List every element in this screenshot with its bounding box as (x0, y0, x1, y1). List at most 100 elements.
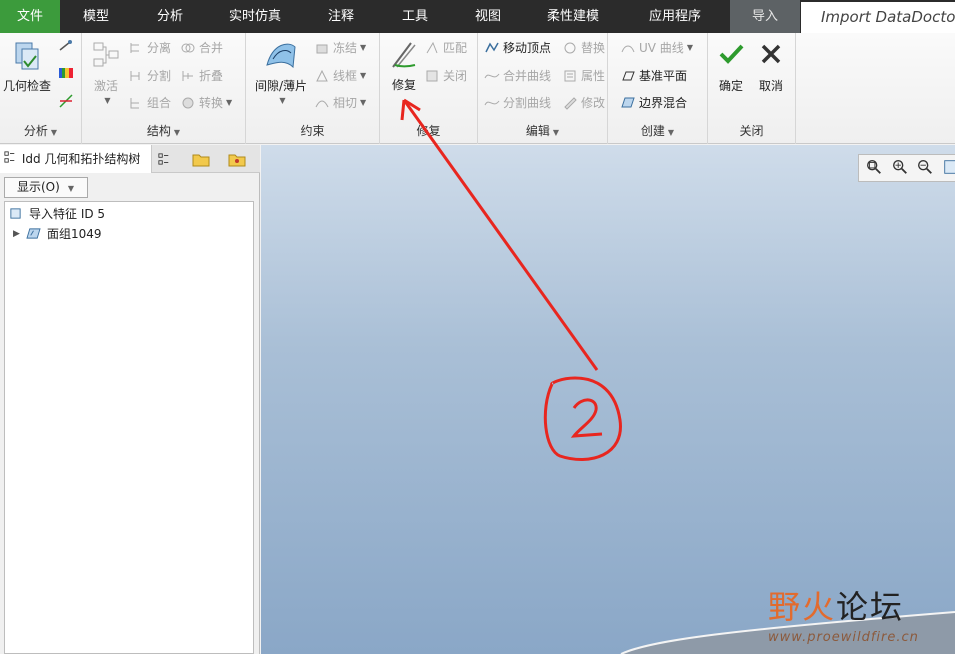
group-analysis-label[interactable]: 分析 ▼ (0, 122, 81, 139)
group-analysis: 几何检查 分析 ▼ (0, 33, 82, 144)
gap-sliver-label: 间隙/薄片 (254, 79, 308, 93)
properties-button[interactable]: 属性 (562, 67, 605, 84)
tree-item-import-feature[interactable]: 导入特征 ID 5 (9, 205, 105, 223)
cancel-button[interactable]: 取消 (752, 39, 790, 94)
tree-item-quilt[interactable]: ▶ 面组1049 (9, 225, 102, 243)
ok-button[interactable]: 确定 (712, 39, 750, 94)
replace-button[interactable]: 替换 (562, 39, 605, 56)
tab-flexible-modeling[interactable]: 柔性建模 (526, 0, 620, 33)
activate-button[interactable]: 激活 ▼ (86, 39, 126, 105)
geometry-check-label: 几何检查 (2, 79, 51, 93)
draft-icon[interactable] (58, 93, 74, 109)
menu-bar: 文件 模型 分析 实时仿真 注释 工具 视图 柔性建模 应用程序 导入 Impo… (0, 0, 955, 33)
group-structure: 激活 ▼ 分离 分割 组合 合并 折叠 转换 ▼ 结构 ▼ (82, 33, 246, 144)
model-tree: 导入特征 ID 5 ▶ 面组1049 (4, 201, 254, 654)
datum-plane-button[interactable]: 基准平面 (620, 67, 687, 84)
group-constraint: 间隙/薄片 ▼ 冻结 ▼ 线框 ▼ 相切 ▼ 约束 (246, 33, 380, 144)
group-repair-label: 修复 (416, 124, 441, 138)
merge-button[interactable]: 合并 (180, 39, 223, 56)
folder-icon (192, 154, 210, 170)
fold-button[interactable]: 折叠 (180, 67, 223, 84)
group-create-label[interactable]: 创建 ▼ (608, 122, 707, 139)
freeze-button[interactable]: 冻结 ▼ (314, 39, 366, 56)
group-repair: 修复 匹配 关闭 修复 (380, 33, 478, 144)
uv-curve-icon (620, 40, 636, 56)
group-structure-label[interactable]: 结构 ▼ (82, 122, 245, 139)
convert-button[interactable]: 转换 ▼ (180, 94, 232, 111)
fold-icon (180, 68, 196, 84)
tangent-button[interactable]: 相切 ▼ (314, 94, 366, 111)
repair-label: 修复 (391, 78, 416, 92)
gap-sliver-button[interactable]: 间隙/薄片 ▼ (250, 37, 312, 105)
close-repair-button[interactable]: 关闭 (424, 67, 467, 84)
panel-tabs: Idd 几何和拓扑结构树 (0, 145, 260, 173)
tab-analysis[interactable]: 分析 (132, 0, 208, 33)
tab-view[interactable]: 视图 (450, 0, 526, 33)
measure-icon[interactable] (58, 38, 74, 54)
tab-applications[interactable]: 应用程序 (620, 0, 730, 33)
cancel-label: 取消 (758, 79, 783, 93)
watermark-title: 野火论坛 (768, 588, 905, 626)
group-create: UV 曲线 ▼ 基准平面 边界混合 创建 ▼ (608, 33, 708, 144)
tab-tree-alt[interactable] (158, 145, 178, 173)
tab-import[interactable]: 导入 (730, 0, 800, 33)
tab-favorites[interactable] (228, 145, 250, 173)
display-dropdown[interactable]: 显示(O) ▼ (4, 177, 88, 198)
boundary-blend-button[interactable]: 边界混合 (620, 94, 687, 111)
tab-realtime-sim[interactable]: 实时仿真 (208, 0, 302, 33)
convert-icon (180, 95, 196, 111)
star-folder-icon (228, 154, 246, 170)
group-close-label: 关闭 (739, 124, 764, 138)
zoom-in-icon[interactable] (891, 158, 911, 178)
move-vertex-icon (484, 40, 500, 56)
group-edit-label[interactable]: 编辑 ▼ (478, 122, 607, 139)
modify-button[interactable]: 修改 (562, 94, 605, 111)
repair-icon (387, 37, 421, 71)
tab-annotation[interactable]: 注释 (302, 0, 380, 33)
wireframe-button[interactable]: 线框 ▼ (314, 67, 366, 84)
split-curve-button[interactable]: 分割曲线 (484, 94, 551, 111)
group-edit: 移动顶点 合并曲线 分割曲线 替换 属性 修改 编辑 ▼ (478, 33, 608, 144)
expand-arrow-icon[interactable]: ▶ (13, 225, 25, 243)
forum-watermark: 野火论坛 www.proewildfire.cn (768, 574, 953, 652)
cube-icon (9, 207, 25, 221)
quilt-icon (25, 227, 43, 241)
tab-tools[interactable]: 工具 (380, 0, 450, 33)
replace-icon (562, 40, 578, 56)
repair-button[interactable]: 修复 (384, 37, 424, 93)
geometry-check-button[interactable]: 几何检查 (0, 39, 54, 94)
merge-curve-button[interactable]: 合并曲线 (484, 67, 551, 84)
group-close: 确定 取消 关闭 (708, 33, 796, 144)
tree-alt-icon (158, 153, 170, 168)
close-repair-icon (424, 68, 440, 84)
wireframe-icon (314, 68, 330, 84)
combine-button[interactable]: 组合 (128, 94, 171, 111)
uv-curve-button[interactable]: UV 曲线 ▼ (620, 39, 693, 56)
curvature-icon[interactable] (58, 65, 74, 81)
tangent-icon (314, 95, 330, 111)
tree-icon (4, 145, 18, 173)
divide-button[interactable]: 分割 (128, 67, 171, 84)
tree-item-label: 导入特征 ID 5 (29, 207, 106, 221)
activate-icon (90, 39, 122, 71)
zoom-fit-icon[interactable] (865, 158, 885, 178)
gap-sliver-icon (263, 37, 299, 73)
tab-model[interactable]: 模型 (60, 0, 132, 33)
move-vertex-button[interactable]: 移动顶点 (484, 39, 551, 56)
view-orient-icon[interactable] (942, 158, 955, 178)
split-button[interactable]: 分离 (128, 39, 171, 56)
tree-item-label: 面组1049 (47, 227, 102, 241)
freeze-icon (314, 40, 330, 56)
zoom-out-icon[interactable] (916, 158, 936, 178)
tab-folder[interactable] (192, 145, 214, 173)
match-button[interactable]: 匹配 (424, 39, 467, 56)
geometry-check-icon (10, 39, 44, 73)
tab-file[interactable]: 文件 (0, 0, 60, 33)
watermark-url: www.proewildfire.cn (768, 630, 919, 645)
merge-curve-icon (484, 68, 500, 84)
split-curve-icon (484, 95, 500, 111)
tab-geometry-topology-tree[interactable]: Idd 几何和拓扑结构树 (0, 145, 152, 173)
ribbon: 几何检查 分析 ▼ 激活 ▼ 分离 分割 组合 合并 折叠 转换 ▼ 结构 ▼ 间隙/… (0, 33, 955, 144)
checkmark-icon (716, 39, 746, 69)
import-datadoctor-title: Import DataDoctor (801, 2, 955, 33)
